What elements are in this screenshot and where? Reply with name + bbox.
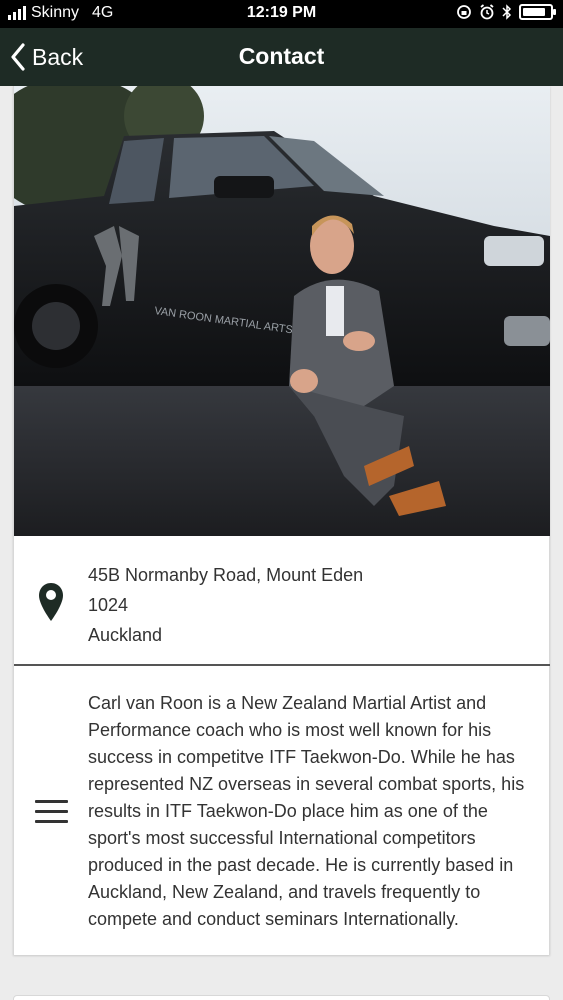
description-text: Carl van Roon is a New Zealand Martial A… [88, 693, 525, 929]
location-pin-icon [39, 583, 63, 621]
alarm-icon [480, 4, 494, 20]
hero-photo: VAN ROON MARTIAL ARTS [14, 86, 550, 536]
description-section: Carl van Roon is a New Zealand Martial A… [14, 668, 550, 955]
status-bar: Skinny 4G 12:19 PM [0, 0, 563, 28]
bluetooth-icon [502, 4, 512, 20]
next-card-edge [13, 995, 550, 1000]
address-line-postcode: 1024 [88, 595, 129, 615]
rotation-lock-icon [457, 5, 471, 19]
navigation-bar: Back Contact [0, 28, 563, 86]
page-title: Contact [238, 43, 325, 69]
address-text: 45B Normanby Road, Mount Eden 1024 Auckl… [88, 560, 363, 650]
address-section[interactable]: 45B Normanby Road, Mount Eden 1024 Auckl… [14, 536, 550, 666]
contact-card: VAN ROON MARTIAL ARTS 45B Normanby Road,… [13, 86, 550, 955]
menu-lines-icon [35, 800, 68, 824]
address-line-city: Auckland [88, 625, 163, 645]
battery-icon [519, 4, 556, 20]
address-line-street: 45B Normanby Road, Mount Eden [88, 565, 364, 585]
hero-photo-illustration: VAN ROON MARTIAL ARTS [14, 86, 550, 536]
status-right [456, 4, 556, 20]
